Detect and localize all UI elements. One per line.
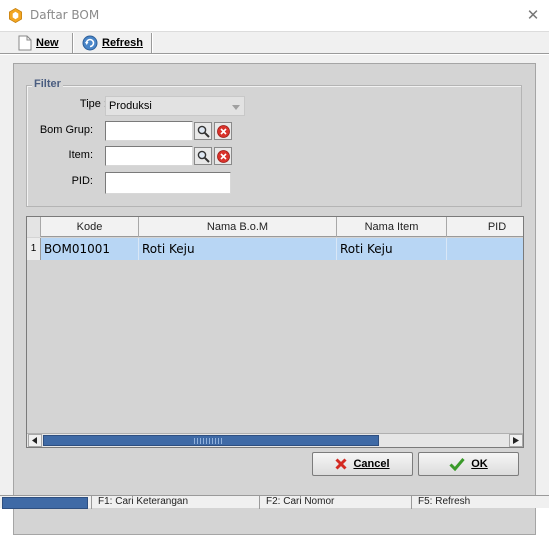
- column-header-kode[interactable]: Kode: [41, 217, 139, 237]
- horizontal-scrollbar[interactable]: [27, 433, 523, 447]
- scrollbar-grip: [194, 438, 222, 444]
- bom-table: Kode Nama B.o.M Nama Item PID 1 BOM01001…: [26, 216, 524, 448]
- search-icon: [197, 150, 210, 163]
- item-label: Item:: [68, 149, 93, 161]
- column-header-nama-bom[interactable]: Nama B.o.M: [139, 217, 337, 237]
- status-progress-panel: [2, 497, 88, 509]
- status-f5: F5: Refresh: [411, 496, 549, 509]
- scrollbar-thumb[interactable]: [43, 435, 379, 446]
- new-document-icon: [18, 35, 32, 51]
- item-input[interactable]: [105, 146, 193, 166]
- new-button-label: New: [36, 37, 59, 49]
- scroll-right-button[interactable]: [509, 434, 523, 447]
- cell-kode[interactable]: BOM01001: [41, 238, 139, 260]
- close-window-button[interactable]: ✕: [522, 5, 544, 25]
- bom-grup-input[interactable]: [105, 121, 193, 141]
- row-number: 1: [27, 238, 41, 260]
- bom-grup-clear-button[interactable]: [214, 122, 232, 140]
- chevron-down-icon: [232, 105, 240, 110]
- row-header-corner: [27, 217, 41, 237]
- pid-input[interactable]: [105, 172, 231, 194]
- clear-icon: [216, 124, 230, 138]
- cancel-icon: [335, 458, 348, 470]
- search-icon: [197, 125, 210, 138]
- main-panel: Filter Tipe : Produksi Bom Grup: Item: P…: [0, 55, 549, 535]
- item-search-button[interactable]: [194, 147, 212, 165]
- cancel-button-label: Cancel: [353, 458, 390, 470]
- new-button[interactable]: New: [18, 33, 59, 53]
- bom-grup-label: Bom Grup:: [39, 124, 93, 136]
- clear-icon: [216, 149, 230, 163]
- refresh-button-label: Refresh: [102, 37, 143, 49]
- table-row[interactable]: 1 BOM01001 Roti Keju Roti Keju: [27, 238, 523, 260]
- window-title: Daftar BOM: [30, 8, 100, 22]
- cell-nama-item[interactable]: Roti Keju: [337, 238, 447, 260]
- ok-button-label: OK: [471, 458, 488, 470]
- bom-grup-search-button[interactable]: [194, 122, 212, 140]
- ok-button[interactable]: OK: [418, 452, 519, 476]
- tipe-select-value: Produksi: [109, 100, 152, 112]
- check-icon: [449, 458, 465, 471]
- tipe-label: Tipe :: [79, 98, 107, 110]
- tipe-select[interactable]: Produksi: [105, 96, 245, 116]
- app-hexagon-icon: [9, 8, 22, 23]
- refresh-button[interactable]: Refresh: [82, 33, 143, 53]
- cancel-button[interactable]: Cancel: [312, 452, 413, 476]
- toolbar: New Refresh: [0, 31, 549, 54]
- column-header-pid[interactable]: PID: [447, 217, 523, 237]
- filter-legend: Filter: [32, 78, 63, 90]
- filter-group: Filter Tipe : Produksi Bom Grup: Item: P…: [26, 78, 522, 207]
- status-bar: F1: Cari Keterangan F2: Cari Nomor F5: R…: [0, 495, 549, 509]
- cell-nama-bom[interactable]: Roti Keju: [139, 238, 337, 260]
- arrow-left-icon: [32, 437, 37, 444]
- pid-label: PID:: [71, 175, 93, 187]
- table-header: Kode Nama B.o.M Nama Item PID: [27, 217, 523, 237]
- status-f1: F1: Cari Keterangan: [91, 496, 259, 509]
- column-header-nama-item[interactable]: Nama Item: [337, 217, 447, 237]
- arrow-right-icon: [513, 437, 519, 444]
- title-bar: Daftar BOM ✕: [0, 0, 549, 31]
- toolbar-separator: [72, 33, 74, 53]
- scroll-left-button[interactable]: [28, 434, 42, 447]
- content-panel: Filter Tipe : Produksi Bom Grup: Item: P…: [13, 63, 536, 535]
- item-clear-button[interactable]: [214, 147, 232, 165]
- refresh-icon: [82, 35, 98, 51]
- cell-pid[interactable]: [447, 238, 523, 260]
- status-f2: F2: Cari Nomor: [259, 496, 411, 509]
- toolbar-separator: [151, 33, 153, 53]
